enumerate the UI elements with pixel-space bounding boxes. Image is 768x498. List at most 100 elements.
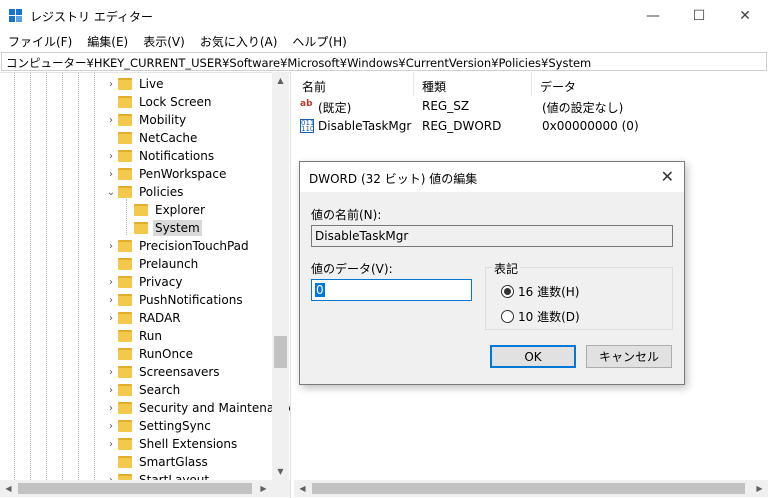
scroll-right-icon[interactable]: ▶ — [255, 480, 272, 497]
scroll-left-icon[interactable]: ◀ — [0, 480, 17, 497]
folder-icon — [118, 294, 132, 306]
tree-item-run[interactable]: Run — [104, 327, 164, 345]
scroll-up-icon[interactable]: ▲ — [272, 72, 289, 89]
menu-view[interactable]: 表示(V) — [135, 32, 192, 52]
tree-item-security-and-maintenance[interactable]: › Security and Maintenance — [104, 399, 290, 417]
tree-item-penworkspace[interactable]: › PenWorkspace — [104, 165, 228, 183]
regedit-app-icon — [9, 9, 23, 23]
value-data-input[interactable]: 0 — [311, 279, 472, 301]
tree-item-netcache[interactable]: NetCache — [104, 129, 199, 147]
list-horizontal-scrollbar[interactable]: ◀ ▶ — [294, 480, 768, 497]
minimize-button[interactable]: — — [630, 0, 676, 32]
title-bar: レジストリ エディター — ☐ ✕ — [0, 0, 768, 32]
ok-button[interactable]: OK — [490, 345, 576, 368]
tree-item-label: Mobility — [139, 113, 187, 127]
list-row[interactable]: 011 110 DisableTaskMgr REG_DWORD 0x000000… — [294, 117, 768, 137]
dialog-close-icon[interactable]: ✕ — [661, 167, 674, 186]
folder-icon — [118, 258, 132, 270]
tree-item-explorer[interactable]: Explorer — [120, 201, 207, 219]
tree-guide-line — [78, 73, 79, 480]
folder-icon — [118, 186, 132, 198]
address-bar[interactable]: コンピューター¥HKEY_CURRENT_USER¥Software¥Micro… — [1, 52, 767, 71]
tree-item-prelaunch[interactable]: Prelaunch — [104, 255, 200, 273]
maximize-button[interactable]: ☐ — [676, 0, 722, 32]
column-data[interactable]: データ — [532, 72, 768, 96]
string-value-icon: ab — [300, 99, 313, 109]
tree-item-label: Security and Maintenance — [139, 401, 290, 415]
chevron-right-icon[interactable]: › — [104, 79, 118, 90]
column-name[interactable]: 名前 — [294, 72, 414, 96]
chevron-right-icon[interactable]: › — [104, 115, 118, 126]
list-header: 名前 種類 データ — [294, 72, 768, 96]
tree-item-screensavers[interactable]: › Screensavers — [104, 363, 222, 381]
tree-item-runonce[interactable]: RunOnce — [104, 345, 195, 363]
menu-help[interactable]: ヘルプ(H) — [284, 32, 353, 52]
chevron-right-icon[interactable]: › — [104, 367, 118, 378]
tree-item-label: PenWorkspace — [139, 167, 227, 181]
scroll-thumb[interactable] — [312, 483, 745, 494]
tree-item-shell-extensions[interactable]: › Shell Extensions — [104, 435, 239, 453]
folder-icon — [118, 96, 132, 108]
scroll-right-icon[interactable]: ▶ — [751, 480, 768, 497]
tree-item-privacy[interactable]: › Privacy — [104, 273, 184, 291]
tree-horizontal-scrollbar[interactable]: ◀ ▶ — [0, 480, 290, 497]
chevron-right-icon[interactable]: › — [104, 295, 118, 306]
tree-item-label: Explorer — [155, 203, 205, 217]
chevron-right-icon[interactable]: › — [104, 385, 118, 396]
list-row[interactable]: ab (既定) REG_SZ (値の設定なし) — [294, 97, 768, 117]
tree-vertical-scrollbar[interactable]: ▲ ▼ — [272, 72, 289, 480]
tree-item-mobility[interactable]: › Mobility — [104, 111, 188, 129]
menu-file[interactable]: ファイル(F) — [0, 32, 79, 52]
folder-icon — [118, 366, 132, 378]
folder-icon — [118, 402, 132, 414]
tree-item-label: Screensavers — [139, 365, 220, 379]
folder-icon — [118, 438, 132, 450]
radio-dec-label: 10 進数(D) — [518, 310, 580, 324]
close-button[interactable]: ✕ — [722, 0, 768, 32]
chevron-right-icon[interactable]: › — [104, 439, 118, 450]
scroll-left-icon[interactable]: ◀ — [294, 480, 311, 497]
scroll-thumb[interactable] — [18, 483, 252, 494]
tree-item-smartglass[interactable]: SmartGlass — [104, 453, 210, 471]
folder-icon — [118, 456, 132, 468]
cancel-button[interactable]: キャンセル — [586, 345, 672, 368]
base-group-title: 表記 — [492, 260, 521, 277]
tree-item-search[interactable]: › Search — [104, 381, 182, 399]
chevron-right-icon[interactable]: › — [104, 313, 118, 324]
column-type[interactable]: 種類 — [414, 72, 532, 96]
chevron-right-icon[interactable]: › — [104, 241, 118, 252]
chevron-right-icon[interactable]: › — [104, 151, 118, 162]
value-type: REG_SZ — [422, 99, 470, 113]
tree-item-precisiontouchpad[interactable]: › PrecisionTouchPad — [104, 237, 251, 255]
chevron-down-icon[interactable]: ⌄ — [104, 187, 118, 198]
tree-item-pushnotifications[interactable]: › PushNotifications — [104, 291, 245, 309]
chevron-right-icon[interactable]: › — [104, 277, 118, 288]
tree-guide-line — [62, 73, 63, 480]
tree-item-label: RunOnce — [139, 347, 194, 361]
radio-hex-indicator[interactable] — [501, 285, 514, 298]
tree-item-startlayout[interactable]: › StartLayout — [104, 471, 211, 480]
tree-item-live[interactable]: › Live — [104, 75, 166, 93]
registry-tree: › Live Lock Screen › Mobility NetCache › Notifi… — [0, 72, 290, 480]
folder-icon — [118, 150, 132, 162]
radio-hex[interactable]: 16 進数(H) — [501, 283, 579, 300]
chevron-right-icon[interactable]: › — [104, 169, 118, 180]
menu-edit[interactable]: 編集(E) — [79, 32, 135, 52]
tree-item-radar[interactable]: › RADAR — [104, 309, 183, 327]
tree-item-notifications[interactable]: › Notifications — [104, 147, 216, 165]
scroll-down-icon[interactable]: ▼ — [272, 463, 289, 480]
tree-item-lock-screen[interactable]: Lock Screen — [104, 93, 213, 111]
tree-item-settingsync[interactable]: › SettingSync — [104, 417, 213, 435]
folder-icon — [118, 348, 132, 360]
radio-dec-indicator[interactable] — [501, 310, 514, 323]
menu-favorites[interactable]: お気に入り(A) — [192, 32, 285, 52]
radio-dec[interactable]: 10 進数(D) — [501, 308, 580, 325]
folder-icon — [118, 114, 132, 126]
tree-item-system[interactable]: System — [120, 219, 202, 237]
chevron-right-icon[interactable]: › — [104, 403, 118, 414]
chevron-right-icon[interactable]: › — [104, 421, 118, 432]
tree-item-policies[interactable]: ⌄ Policies — [104, 183, 185, 201]
tree-item-label: Search — [139, 383, 181, 397]
scroll-thumb[interactable] — [274, 336, 287, 368]
binary-value-icon: 011 110 — [300, 119, 315, 133]
